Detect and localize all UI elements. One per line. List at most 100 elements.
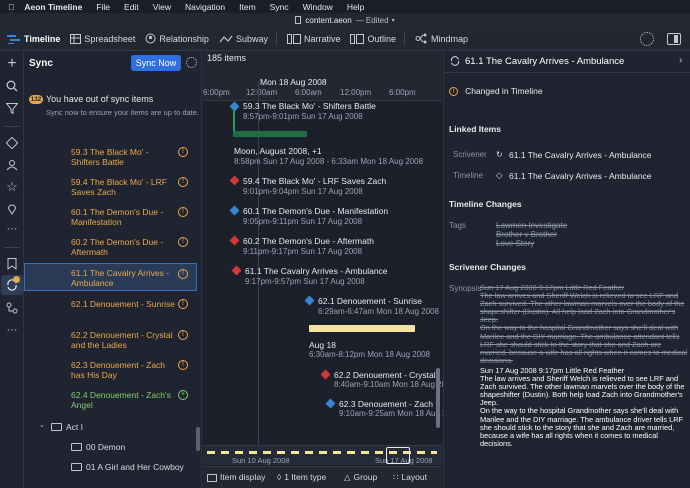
event-title[interactable]: 62.1 Denouement - Sunrise [318, 296, 422, 306]
event-title[interactable]: 60.1 The Demon's Due - Manifestation [243, 206, 388, 216]
timeline-icon [7, 34, 20, 44]
event-date: 8:58pm Sun 17 Aug 2008 - 6:33am Mon 18 A… [234, 157, 424, 166]
sync-panel: Sync Sync Now 132 You have out of sync i… [24, 51, 202, 488]
group-button[interactable]: △ Group [344, 472, 377, 483]
event-marker[interactable] [229, 235, 240, 246]
alert-icon: ! [449, 86, 458, 96]
sync-icon-active[interactable] [1, 275, 23, 295]
sync-now-button[interactable]: Sync Now [131, 55, 181, 71]
chevron-down-icon: ⌄ [39, 422, 45, 429]
sync-list-item[interactable]: 60.2 The Demon's Due - Aftermath ! [24, 237, 196, 257]
event-marker[interactable] [325, 398, 336, 409]
event-title[interactable]: 62.3 Denouement - Zach h [339, 399, 440, 409]
minimap[interactable]: Sun 10 Aug 2008 Sun 17 Aug 2008 [203, 445, 442, 465]
event-marker[interactable] [320, 369, 331, 380]
layout-button[interactable]: ∷ Layout [393, 472, 427, 483]
display-icon [207, 473, 217, 482]
subway-branch-icon[interactable] [4, 300, 20, 316]
scrivener-changes-heading: Scrivener Changes [449, 262, 527, 272]
sync-settings-gear-icon[interactable] [186, 57, 197, 68]
time-tick: 12:00am [246, 88, 278, 97]
event-title[interactable]: 62.2 Denouement - Crystal [334, 370, 436, 380]
event-title[interactable]: 61.1 The Cavalry Arrives - Ambulance [245, 266, 388, 276]
search-icon[interactable] [4, 78, 20, 94]
event-title[interactable]: Moon, August 2008, +1 [234, 146, 322, 156]
event-title[interactable]: Aug 18 [309, 340, 336, 350]
location-pin-icon[interactable] [4, 201, 20, 217]
menu-edit[interactable]: Edit [124, 2, 139, 12]
item-type-button[interactable]: ◊ 1 Item type [277, 472, 326, 482]
warning-icon: ! [178, 299, 188, 309]
group-icon: △ [344, 472, 351, 482]
event-marker[interactable] [304, 295, 315, 306]
tag-icon[interactable] [4, 135, 20, 151]
layout-icon: ∷ [393, 472, 399, 482]
rail-divider [4, 247, 20, 248]
people-icon[interactable] [4, 157, 20, 173]
tab-mindmap[interactable]: Mindmap [415, 33, 468, 44]
item-type-icon: ◊ [277, 472, 282, 482]
filter-icon[interactable] [4, 100, 20, 116]
sync-list-item[interactable]: 60.1 The Demon's Due - Manifestation ! [24, 207, 196, 227]
folder-row[interactable]: 01 A Girl and Her Cowboy [24, 461, 196, 473]
time-tick: 6:00pm [203, 88, 230, 97]
tab-outline[interactable]: Outline [350, 33, 396, 44]
sync-list-item-selected[interactable]: 61.1 The Cavalry Arrives - Ambulance ! [24, 263, 197, 291]
settings-gear-icon[interactable] [640, 32, 654, 46]
linked-item-timeline[interactable]: 61.1 The Cavalry Arrives - Ambulance [509, 171, 652, 181]
bookmark-icon[interactable] [4, 256, 20, 272]
event-span-bar[interactable] [309, 325, 415, 332]
apple-icon[interactable]:  [8, 2, 14, 12]
timeline-header: 185 items Mon 18 Aug 2008 6:00pm 12:00am… [203, 51, 442, 101]
window-title-bar: content.aeon — Edited ▾ [0, 13, 690, 27]
minimap-date-left: Sun 10 Aug 2008 [232, 456, 290, 465]
folder-row[interactable]: 00 Demon [24, 441, 196, 453]
event-marker[interactable] [229, 205, 240, 216]
more-icon-2[interactable]: ··· [4, 322, 20, 338]
chevron-down-icon[interactable]: ▾ [392, 17, 395, 24]
timeline-scrollbar[interactable] [436, 368, 440, 428]
add-icon[interactable]: + [4, 55, 20, 72]
tab-relationship[interactable]: Relationship [145, 33, 209, 44]
sync-scrollbar[interactable] [196, 427, 200, 451]
sync-list-item[interactable]: 62.1 Denouement - Sunrise ! [24, 299, 196, 311]
sync-list-item[interactable]: 62.2 Denouement - Crystal and the Ladies… [24, 330, 196, 350]
inspector-header: 61.1 The Cavalry Arrives - Ambulance › [444, 51, 690, 73]
menu-item[interactable]: Item [239, 2, 256, 12]
linked-item-scrivener[interactable]: 61.1 The Cavalry Arrives - Ambulance [509, 150, 652, 160]
warning-icon: ! [178, 269, 188, 279]
event-title[interactable]: 60.2 The Demon's Due - Aftermath [243, 236, 374, 246]
menu-navigation[interactable]: Navigation [185, 2, 225, 12]
menu-view[interactable]: View [153, 2, 171, 12]
toolbar-divider [275, 31, 277, 46]
folder-row[interactable]: ⌄ Act I [24, 421, 196, 433]
more-icon[interactable]: ··· [4, 221, 20, 237]
minimap-viewport[interactable] [386, 447, 410, 464]
synopsis-new-text: Sun 17 Aug 2008 9:17pm Little Red Feathe… [480, 366, 685, 448]
sync-list-item[interactable]: 62.3 Denouement - Zach has His Day ! [24, 360, 196, 380]
tab-spreadsheet[interactable]: Spreadsheet [70, 33, 135, 44]
item-display-button[interactable]: Item display [207, 472, 265, 482]
menu-sync[interactable]: Sync [270, 2, 289, 12]
outline-icon [350, 33, 365, 44]
warning-icon: ! [178, 360, 188, 370]
linked-app-label: Scrivener [453, 150, 487, 159]
menu-window[interactable]: Window [303, 2, 333, 12]
menu-help[interactable]: Help [347, 2, 364, 12]
sync-list-item[interactable]: 59.3 The Black Mo' - Shifters Battle ! [24, 147, 196, 167]
event-title[interactable]: 59.3 The Black Mo' - Shifters Battle [243, 101, 376, 111]
menu-file[interactable]: File [96, 2, 110, 12]
tab-subway[interactable]: Subway [219, 34, 268, 44]
inspector-toggle-icon[interactable] [667, 33, 681, 45]
removed-tag: Love Story [496, 239, 535, 248]
event-title[interactable]: 59.4 The Black Mo' - LRF Saves Zach [243, 176, 386, 186]
menu-app[interactable]: Aeon Timeline [24, 2, 82, 12]
sync-list-item[interactable]: 59.4 The Black Mo' - LRF Saves Zach ! [24, 177, 196, 197]
event-marker[interactable] [229, 175, 240, 186]
star-icon[interactable]: ☆ [4, 179, 20, 195]
event-marker[interactable] [231, 265, 242, 276]
chevron-right-icon[interactable]: › [679, 55, 682, 66]
tab-narrative[interactable]: Narrative [286, 33, 340, 44]
sync-list-item[interactable]: 62.4 Denouement - Zach's Angel + [24, 390, 196, 410]
tab-timeline[interactable]: Timeline [7, 34, 60, 44]
